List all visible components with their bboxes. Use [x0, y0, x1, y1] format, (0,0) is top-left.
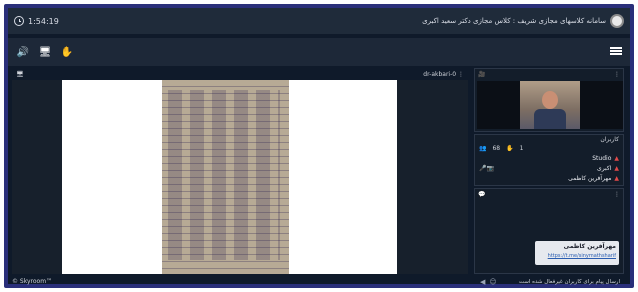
speaker-icon: 🔊 [16, 46, 30, 58]
titlebar: 1:54:19 سامانه کلاسهای مجازی شریف : کلاس… [8, 8, 630, 34]
more-options-icon[interactable]: ⋮ [614, 191, 620, 198]
emoji-icon[interactable]: ☺ [489, 278, 496, 286]
app-title-area: سامانه کلاسهای مجازی شریف : کلاس مجازی د… [422, 14, 624, 28]
hand-icon: ✋ [506, 145, 514, 152]
menu-button[interactable] [610, 45, 622, 57]
hand-icon: ✋ [60, 46, 74, 58]
chat-link[interactable]: https://t.me/sinymathsharif [538, 253, 616, 259]
presenter-name-row: dr-akbari-0 ⋮ [423, 71, 464, 78]
camera-icon: 🎥 [478, 70, 486, 78]
university-logo [610, 14, 624, 28]
users-stats: 👥 68 ✋ 1 [475, 144, 623, 153]
chat-input-bar: ◀ ☺ ارسال پیام برای کاربران غیرفعال شده … [477, 275, 623, 289]
video-feed [477, 81, 623, 129]
users-count: 68 [492, 145, 501, 152]
presentation-panel: 🖥 dr-akbari-0 ⋮ [12, 68, 468, 274]
chat-messages: مهرآفرین کاظمی https://t.me/sinymathshar… [477, 201, 623, 273]
chat-header: 💬 ⋮ [475, 189, 623, 199]
app-window: 1:54:19 سامانه کلاسهای مجازی شریف : کلاس… [8, 8, 630, 286]
timer-text: 1:54:19 [28, 16, 59, 26]
footer-brand: © Skyroom™ [12, 278, 53, 285]
shared-document [62, 80, 397, 274]
user-name: مهرآفرین کاظمی [568, 174, 612, 182]
presenter-name: dr-akbari-0 [423, 70, 457, 78]
presenter-camera [520, 81, 580, 129]
menu-icon [610, 47, 622, 49]
send-icon[interactable]: ◀ [480, 278, 485, 286]
more-options-icon[interactable]: ⋮ [614, 71, 620, 78]
clock-icon [14, 16, 24, 26]
users-title: کاربران [600, 136, 619, 143]
user-row[interactable]: 🎤📷 اکبری ▲ [475, 163, 623, 173]
user-icon: ▲ [614, 174, 619, 182]
user-icon: ▲ [614, 164, 619, 172]
hand-count: 1 [519, 145, 524, 152]
raise-hand-button[interactable]: ✋ [58, 43, 76, 61]
present-button[interactable]: 🖥 [36, 43, 54, 61]
more-options-icon[interactable]: ⋮ [458, 71, 464, 78]
chat-message: مهرآفرین کاظمی https://t.me/sinymathshar… [535, 241, 619, 265]
user-row[interactable]: Studio ▲ [475, 153, 623, 163]
mic-camera-icon: 🎤📷 [479, 164, 494, 172]
user-row[interactable]: مهرآفرین کاظمی ▲ [475, 173, 623, 183]
menu-icon [610, 50, 622, 52]
video-panel: 🎥 ⋮ [474, 68, 624, 132]
user-icon: ▲ [614, 154, 619, 162]
session-timer: 1:54:19 [14, 16, 59, 26]
app-title: سامانه کلاسهای مجازی شریف : کلاس مجازی د… [422, 17, 606, 25]
user-name: اکبری [597, 164, 612, 172]
video-panel-header: 🎥 ⋮ [475, 69, 623, 79]
shared-screen [12, 80, 468, 274]
toolbar: 🔊 🖥 ✋ [8, 38, 630, 66]
present-icon: 🖥 [16, 70, 24, 78]
speaker-button[interactable]: 🔊 [14, 43, 32, 61]
chat-icon: 💬 [478, 190, 486, 198]
users-panel: کاربران 👥 68 ✋ 1 Studio ▲ 🎤📷 اکبری ▲ مهر… [474, 134, 624, 186]
chat-disabled-text: ارسال پیام برای کاربران غیرفعال شده است [518, 279, 620, 285]
handwritten-notes-image [162, 80, 289, 274]
user-name: Studio [592, 154, 612, 162]
chat-panel: 💬 ⋮ مهرآفرین کاظمی https://t.me/sinymath… [474, 188, 624, 286]
chat-author: مهرآفرین کاظمی [563, 243, 616, 250]
menu-icon [610, 53, 622, 55]
users-icon: 👥 [479, 145, 487, 152]
right-sidebar: 🎥 ⋮ کاربران 👥 68 ✋ 1 Studio ▲ 🎤📷 اکبری ▲… [474, 68, 624, 286]
present-icon: 🖥 [38, 46, 52, 58]
presentation-header: 🖥 dr-akbari-0 ⋮ [12, 68, 468, 80]
